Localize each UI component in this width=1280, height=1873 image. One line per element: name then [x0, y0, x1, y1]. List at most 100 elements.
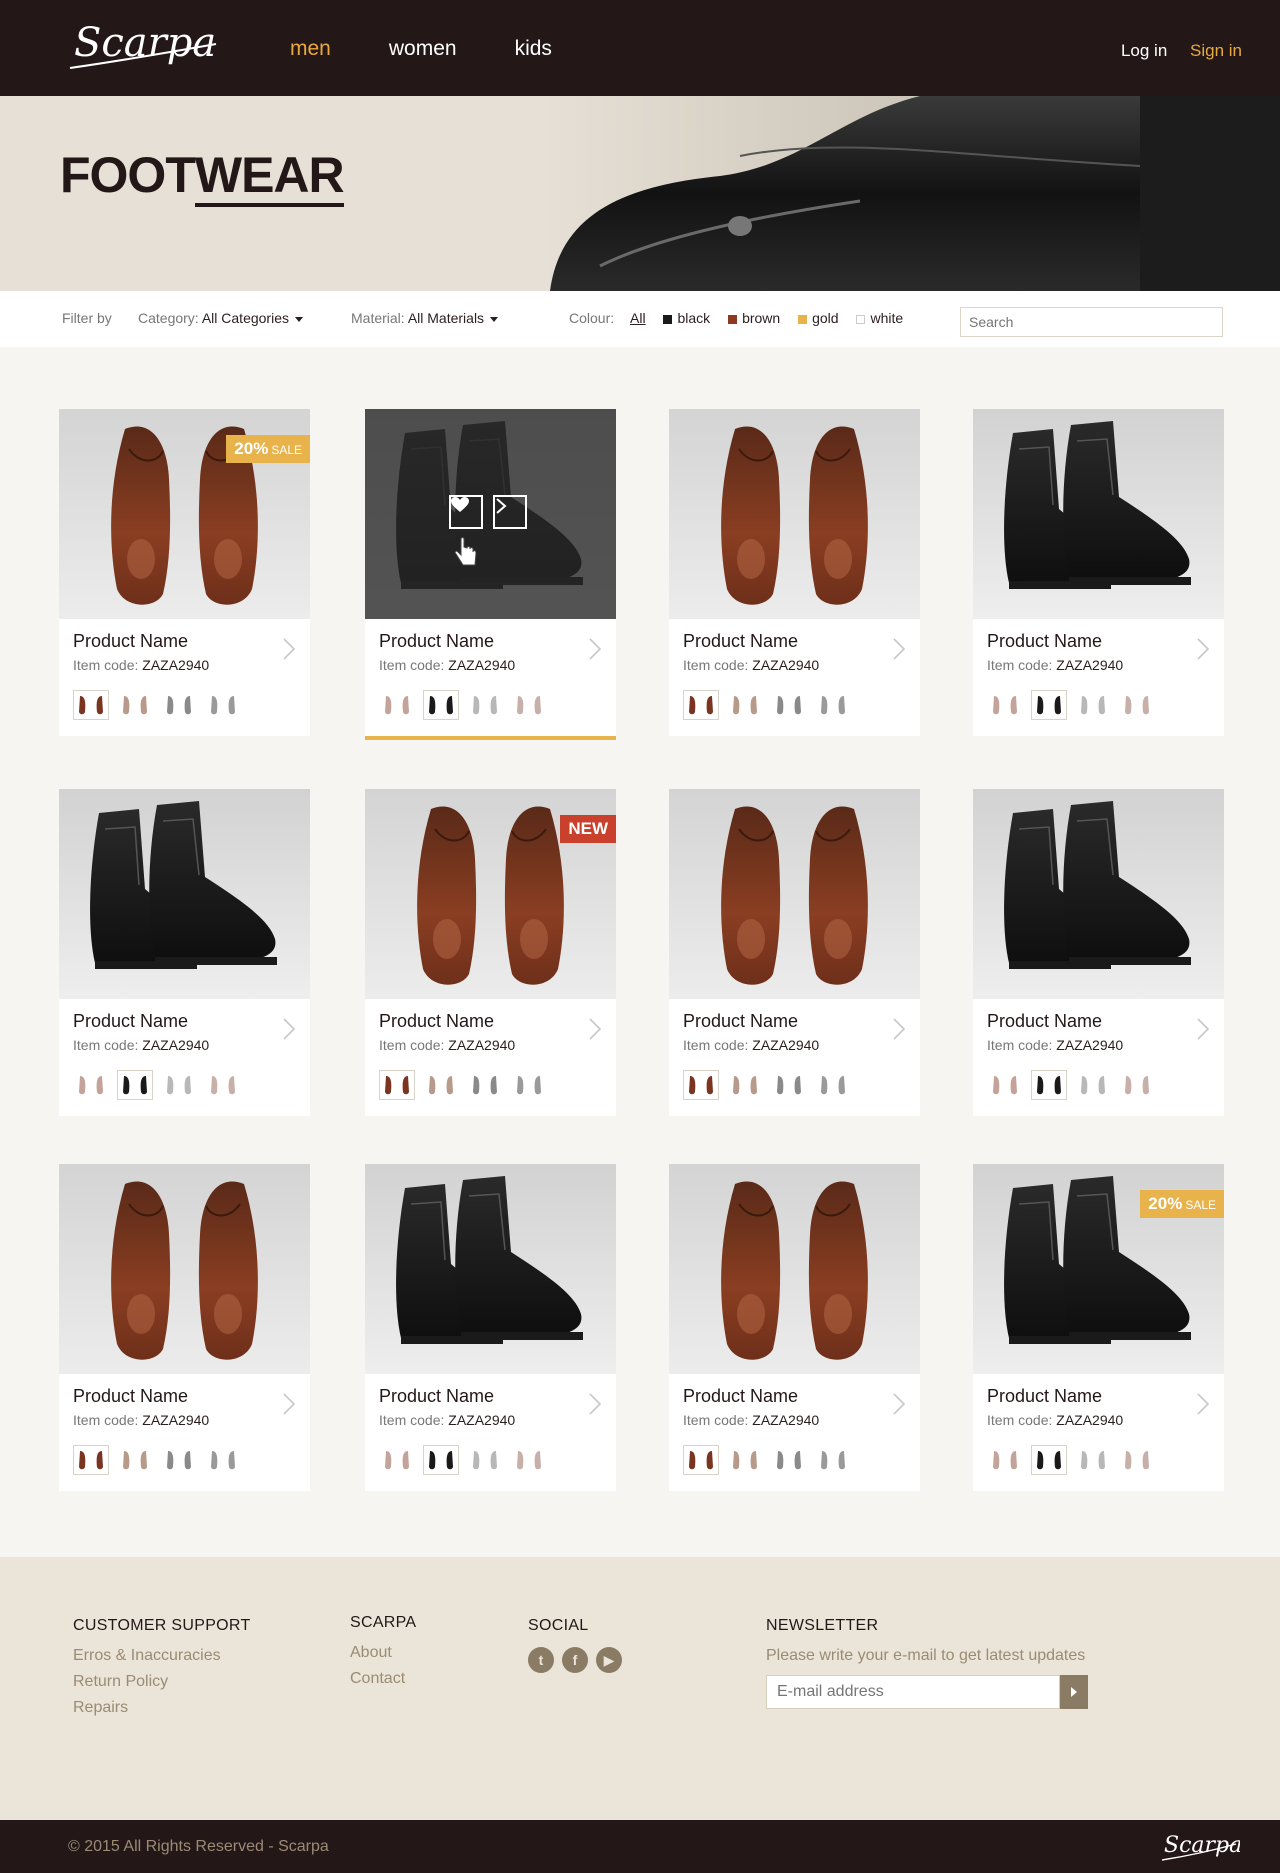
product-name[interactable]: Product Name [987, 1011, 1102, 1032]
product-name[interactable]: Product Name [987, 1386, 1102, 1407]
chevron-right-icon[interactable] [892, 1017, 906, 1041]
product-card[interactable]: Product Name Item code: ZAZA2940 [669, 789, 920, 1116]
chevron-right-icon[interactable] [892, 637, 906, 661]
variant-thumbnail[interactable] [1075, 690, 1111, 720]
product-name[interactable]: Product Name [379, 1386, 494, 1407]
product-image[interactable] [669, 789, 920, 999]
chevron-right-icon[interactable] [588, 1392, 602, 1416]
product-name[interactable]: Product Name [683, 1011, 798, 1032]
product-card[interactable]: Product Name Item code: ZAZA2940 [669, 409, 920, 736]
category-select[interactable]: All Categories [202, 310, 289, 326]
product-card[interactable]: 20% SALE Product Name Item code: ZAZA2940 [59, 409, 310, 736]
variant-thumbnail[interactable] [1119, 1070, 1155, 1100]
product-image[interactable] [365, 409, 616, 619]
variant-thumbnail[interactable] [1119, 1445, 1155, 1475]
chevron-right-icon[interactable] [1196, 1392, 1210, 1416]
category-filter[interactable]: Category: All Categories [138, 310, 303, 326]
product-image[interactable] [973, 789, 1224, 999]
variant-thumbnail[interactable] [987, 1070, 1023, 1100]
variant-thumbnail[interactable] [511, 1445, 547, 1475]
favorite-button[interactable] [449, 495, 483, 529]
variant-thumbnail[interactable] [771, 1445, 807, 1475]
variant-thumbnail[interactable] [1075, 1070, 1111, 1100]
variant-thumbnail[interactable] [161, 1070, 197, 1100]
product-name[interactable]: Product Name [73, 631, 188, 652]
variant-thumbnail[interactable] [117, 1070, 153, 1100]
scarpa-logo[interactable]: Scarpa [66, 10, 226, 82]
colour-brown-option[interactable]: brown [728, 310, 780, 326]
facebook-icon[interactable]: f [562, 1647, 588, 1673]
variant-thumbnail[interactable] [987, 690, 1023, 720]
variant-thumbnail[interactable] [771, 690, 807, 720]
variant-thumbnail[interactable] [683, 1070, 719, 1100]
variant-thumbnail[interactable] [117, 1445, 153, 1475]
signin-link[interactable]: Sign in [1190, 41, 1242, 60]
product-image[interactable] [973, 409, 1224, 619]
product-name[interactable]: Product Name [683, 1386, 798, 1407]
footer-link-contact[interactable]: Contact [350, 1670, 416, 1688]
variant-thumbnail[interactable] [73, 690, 109, 720]
variant-thumbnail[interactable] [117, 690, 153, 720]
variant-thumbnail[interactable] [379, 1445, 415, 1475]
newsletter-email-input[interactable] [766, 1675, 1060, 1709]
footer-link-return-policy[interactable]: Return Policy [73, 1673, 251, 1691]
variant-thumbnail[interactable] [73, 1445, 109, 1475]
product-card[interactable]: Product Name Item code: ZAZA2940 [59, 1164, 310, 1491]
product-card[interactable]: Product Name Item code: ZAZA2940 [59, 789, 310, 1116]
product-name[interactable]: Product Name [683, 631, 798, 652]
search-input[interactable] [960, 307, 1223, 337]
chevron-right-icon[interactable] [282, 1392, 296, 1416]
product-name[interactable]: Product Name [73, 1386, 188, 1407]
variant-thumbnail[interactable] [727, 1070, 763, 1100]
chevron-right-icon[interactable] [282, 637, 296, 661]
product-card[interactable]: Product Name Item code: ZAZA2940 [365, 409, 616, 740]
product-name[interactable]: Product Name [379, 631, 494, 652]
variant-thumbnail[interactable] [987, 1445, 1023, 1475]
variant-thumbnail[interactable] [1031, 1445, 1067, 1475]
product-name[interactable]: Product Name [73, 1011, 188, 1032]
colour-all-option[interactable]: All [630, 310, 646, 326]
variant-thumbnail[interactable] [1075, 1445, 1111, 1475]
chevron-right-icon[interactable] [588, 1017, 602, 1041]
product-image[interactable] [669, 409, 920, 619]
variant-thumbnail[interactable] [379, 1070, 415, 1100]
variant-thumbnail[interactable] [161, 1445, 197, 1475]
variant-thumbnail[interactable] [683, 1445, 719, 1475]
variant-thumbnail[interactable] [467, 1445, 503, 1475]
variant-thumbnail[interactable] [423, 1070, 459, 1100]
scarpa-footer-logo[interactable]: Scarpa [1160, 1826, 1240, 1866]
variant-thumbnail[interactable] [511, 1070, 547, 1100]
product-card[interactable]: Product Name Item code: ZAZA2940 [365, 1164, 616, 1491]
product-card[interactable]: Product Name Item code: ZAZA2940 [973, 789, 1224, 1116]
view-details-button[interactable] [493, 495, 527, 529]
variant-thumbnail[interactable] [423, 690, 459, 720]
product-image[interactable] [59, 789, 310, 999]
variant-thumbnail[interactable] [379, 690, 415, 720]
variant-thumbnail[interactable] [205, 1445, 241, 1475]
variant-thumbnail[interactable] [727, 1445, 763, 1475]
nav-women[interactable]: women [389, 37, 457, 61]
youtube-icon[interactable]: ▶ [596, 1647, 622, 1673]
product-name[interactable]: Product Name [987, 631, 1102, 652]
variant-thumbnail[interactable] [815, 1445, 851, 1475]
colour-gold-option[interactable]: gold [798, 310, 839, 326]
product-image[interactable] [669, 1164, 920, 1374]
product-card[interactable]: NEW Product Name Item code: ZAZA2940 [365, 789, 616, 1116]
nav-men[interactable]: men [290, 37, 331, 61]
chevron-right-icon[interactable] [892, 1392, 906, 1416]
product-image[interactable] [59, 1164, 310, 1374]
newsletter-submit-button[interactable] [1060, 1675, 1088, 1709]
variant-thumbnail[interactable] [73, 1070, 109, 1100]
variant-thumbnail[interactable] [727, 690, 763, 720]
variant-thumbnail[interactable] [467, 1070, 503, 1100]
variant-thumbnail[interactable] [815, 1070, 851, 1100]
product-card[interactable]: Product Name Item code: ZAZA2940 [669, 1164, 920, 1491]
variant-thumbnail[interactable] [815, 690, 851, 720]
chevron-right-icon[interactable] [282, 1017, 296, 1041]
product-card[interactable]: Product Name Item code: ZAZA2940 [973, 409, 1224, 736]
colour-black-option[interactable]: black [663, 310, 710, 326]
footer-link-repairs[interactable]: Repairs [73, 1699, 251, 1717]
variant-thumbnail[interactable] [1031, 1070, 1067, 1100]
material-filter[interactable]: Material: All Materials [351, 310, 499, 326]
product-card[interactable]: 20% SALE Product Name Item code: ZAZA2940 [973, 1164, 1224, 1491]
